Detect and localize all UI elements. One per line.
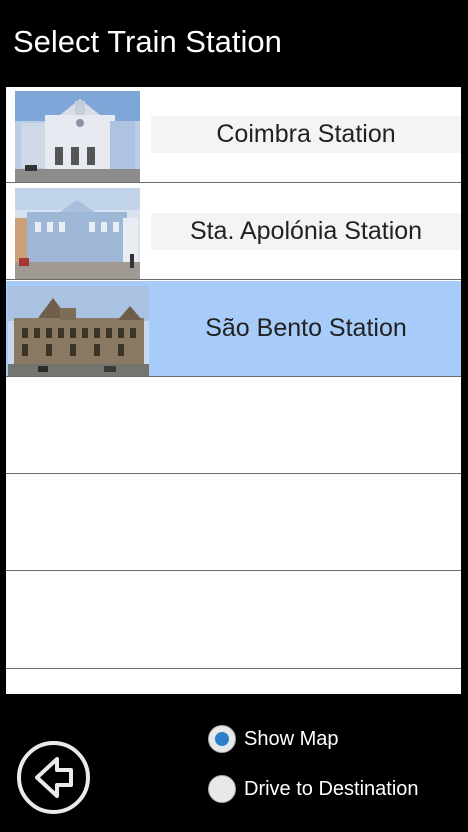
station-row-coimbra[interactable]: Coimbra Station — [6, 87, 461, 183]
radio-selected-icon[interactable] — [208, 725, 236, 753]
empty-list-row — [6, 670, 461, 694]
station-label: São Bento Station — [205, 314, 407, 342]
radio-unselected-icon[interactable] — [208, 775, 236, 803]
station-list[interactable]: Coimbra Station Sta. Apolónia Station Sã… — [6, 87, 461, 694]
drive-to-destination-radio[interactable]: Drive to Destination — [208, 775, 419, 803]
show-map-radio[interactable]: Show Map — [208, 725, 339, 753]
station-row-sao-bento[interactable]: São Bento Station — [6, 281, 461, 377]
coimbra-station-photo — [15, 91, 140, 182]
station-label: Coimbra Station — [151, 116, 461, 153]
sao-bento-station-photo — [8, 286, 149, 376]
empty-list-row — [6, 475, 461, 571]
page-title: Select Train Station — [13, 24, 282, 59]
show-map-label: Show Map — [244, 727, 339, 750]
back-button[interactable] — [17, 741, 90, 814]
station-label: Sta. Apolónia Station — [151, 213, 461, 250]
empty-list-row — [6, 378, 461, 474]
drive-to-destination-label: Drive to Destination — [244, 777, 419, 800]
station-row-sta-apolonia[interactable]: Sta. Apolónia Station — [6, 184, 461, 280]
empty-list-row — [6, 573, 461, 669]
sta-apolonia-station-photo — [15, 188, 140, 279]
back-arrow-icon — [35, 757, 73, 798]
